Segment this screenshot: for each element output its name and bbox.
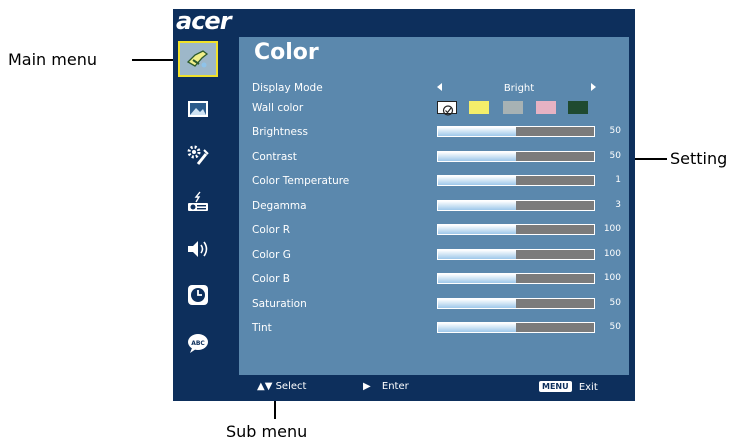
exit-label: Exit <box>578 382 598 393</box>
setting-label: Tint <box>252 322 272 334</box>
acer-logo: acer <box>176 7 232 35</box>
osd-window: acer ABC Color Display Mode Bright Wall … <box>173 7 635 401</box>
setting-value: 50 <box>609 150 621 161</box>
slider-fill <box>438 249 516 259</box>
setting-row[interactable]: Saturation 50 <box>239 293 629 317</box>
setting-value: 3 <box>615 199 621 210</box>
sub-menu-callout: Sub menu <box>226 422 308 441</box>
color-palette-icon <box>186 50 209 68</box>
setting-callout: Setting <box>670 149 728 168</box>
wall-color-swatch[interactable] <box>568 101 588 114</box>
language-bubble-icon: ABC <box>188 334 208 353</box>
footer-exit-hint: MENU Exit <box>539 381 598 393</box>
footer-enter-hint: ▶ Enter <box>363 381 409 392</box>
setting-slider[interactable] <box>437 273 595 284</box>
wall-color-swatch[interactable] <box>469 101 489 114</box>
slider-fill <box>438 176 516 185</box>
setting-row[interactable]: Color Temperature 1 <box>239 170 629 194</box>
wall-color-swatch[interactable] <box>503 101 523 114</box>
setting-label: Brightness <box>252 126 308 138</box>
setting-value: 100 <box>603 273 621 283</box>
up-down-arrows-icon: ▲▼ <box>257 381 273 392</box>
slider-fill <box>438 151 516 161</box>
setting-label: Color G <box>252 248 291 261</box>
slider-fill <box>438 200 516 210</box>
setting-row[interactable]: Color G 100 <box>239 244 629 268</box>
display-mode-value: Bright <box>503 83 535 94</box>
image-icon <box>188 101 208 117</box>
setting-row[interactable]: Degamma 3 <box>239 195 629 219</box>
slider-fill <box>438 298 516 308</box>
main-menu-leader-line <box>132 59 176 61</box>
wall-color-swatch[interactable] <box>536 101 556 114</box>
setting-slider[interactable] <box>437 224 595 235</box>
menu-settings-button[interactable] <box>178 137 218 173</box>
slider-fill <box>438 274 516 283</box>
setting-row[interactable]: Brightness 50 <box>239 121 629 145</box>
menu-color-button[interactable] <box>178 41 218 77</box>
menu-audio-button[interactable] <box>178 231 218 267</box>
setting-slider[interactable] <box>437 126 595 137</box>
setting-value: 100 <box>603 248 621 259</box>
speaker-icon <box>188 241 208 257</box>
wall-color-label: Wall color <box>252 102 304 114</box>
svg-text:ABC: ABC <box>191 340 205 347</box>
setting-label: Color Temperature <box>252 175 350 187</box>
setting-label: Saturation <box>252 297 307 310</box>
setting-label: Contrast <box>252 150 297 163</box>
clock-icon <box>188 285 208 305</box>
menu-language-button[interactable]: ABC <box>178 325 218 361</box>
setting-row[interactable]: Contrast 50 <box>239 146 629 170</box>
slider-fill <box>438 323 516 332</box>
menu-timer-button[interactable] <box>178 277 218 313</box>
display-mode-label: Display Mode <box>252 82 323 94</box>
setting-slider[interactable] <box>437 248 595 260</box>
enter-arrow-icon: ▶ <box>363 381 371 392</box>
slider-fill <box>438 127 516 136</box>
wall-color-swatch[interactable] <box>437 101 457 116</box>
setting-label: Color R <box>252 224 291 236</box>
setting-value: 50 <box>609 297 621 308</box>
setting-value: 100 <box>603 224 621 234</box>
panel-title: Color <box>254 40 319 65</box>
arrow-right-icon[interactable] <box>591 83 596 91</box>
projector-icon <box>188 191 208 211</box>
setting-value: 1 <box>615 175 621 185</box>
setting-row[interactable]: Color R 100 <box>239 219 629 243</box>
wall-color-row[interactable]: Wall color <box>239 97 629 121</box>
footer-select-hint: ▲▼ Select <box>257 381 306 392</box>
setting-value: 50 <box>609 322 621 332</box>
setting-value: 50 <box>609 126 621 136</box>
slider-fill <box>438 225 516 234</box>
enter-label: Enter <box>381 381 409 392</box>
menu-key-badge: MENU <box>539 381 572 392</box>
setting-slider[interactable] <box>437 199 595 211</box>
color-settings-panel: Color Display Mode Bright Wall color Bri… <box>239 37 629 375</box>
menu-image-button[interactable] <box>178 91 218 127</box>
setting-slider[interactable] <box>437 150 595 162</box>
settings-tools-icon <box>187 145 209 165</box>
check-icon <box>442 105 454 116</box>
main-menu-callout: Main menu <box>8 50 97 69</box>
menu-management-button[interactable] <box>178 184 218 220</box>
setting-label: Color B <box>252 273 290 285</box>
select-label: Select <box>275 381 307 392</box>
setting-row[interactable]: Tint 50 <box>239 317 629 341</box>
setting-slider[interactable] <box>437 297 595 309</box>
arrow-left-icon[interactable] <box>437 83 442 91</box>
setting-label: Degamma <box>252 199 307 212</box>
setting-slider[interactable] <box>437 175 595 186</box>
setting-row[interactable]: Color B 100 <box>239 268 629 292</box>
setting-slider[interactable] <box>437 322 595 333</box>
